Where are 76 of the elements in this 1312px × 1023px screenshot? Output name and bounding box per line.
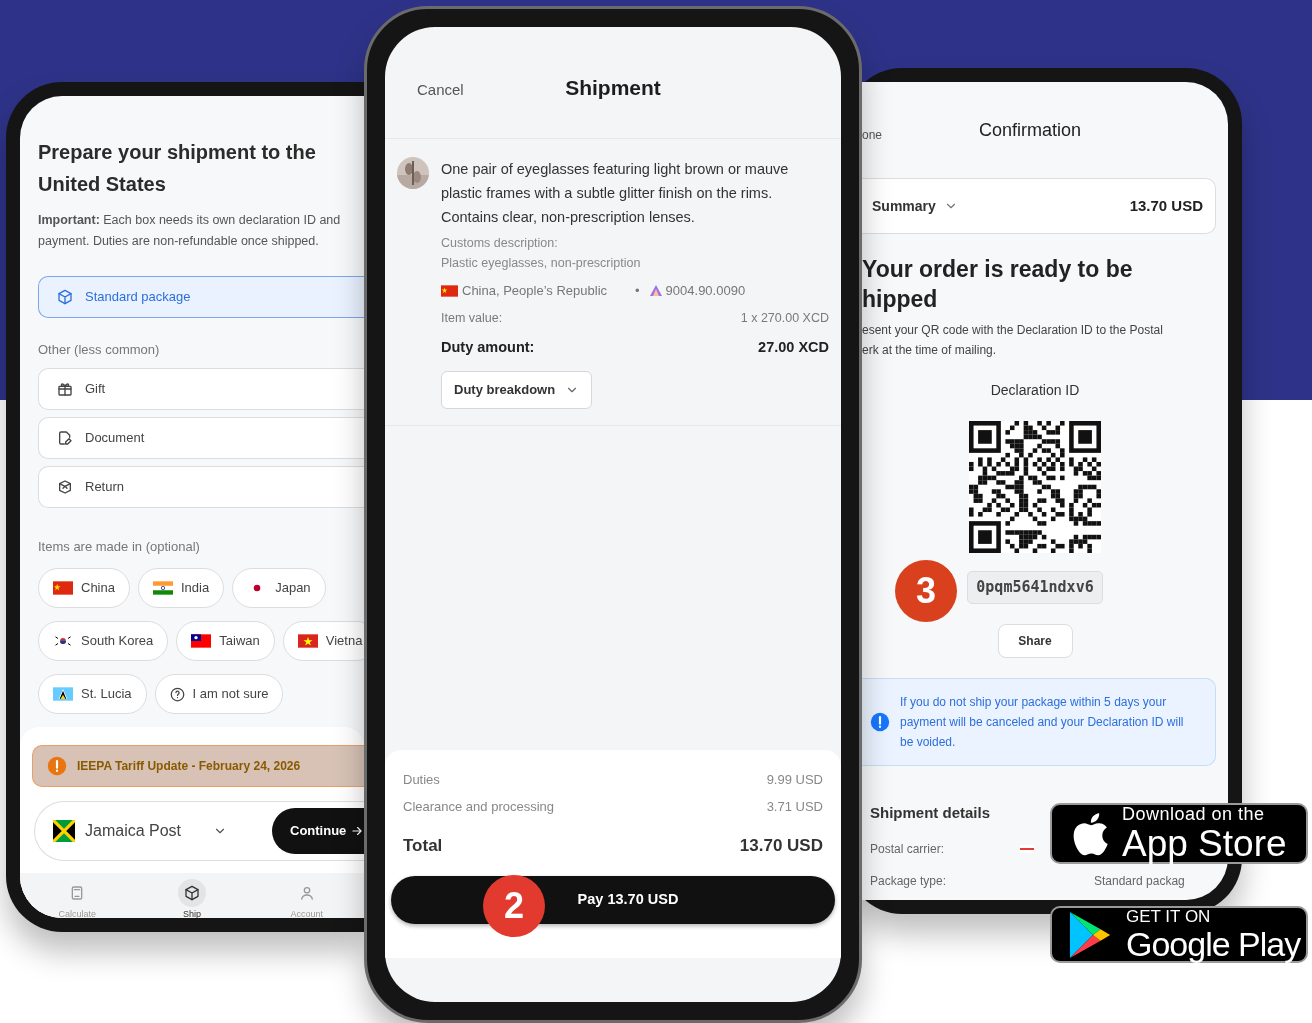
country-chip[interactable]: Taiwan [176,621,275,661]
box-icon [57,478,73,495]
flag-icon [53,634,73,648]
package-icon [178,879,206,907]
document-icon [57,429,73,446]
flag-icon [152,581,173,595]
info-text: If you do not ship your package within 5 days your payment will be canceled and your Declaration ID will be voided. [900,694,1185,751]
heading-line: Your order is ready to be [862,255,1134,284]
declaration-label: Declaration ID [990,381,1080,400]
screen-title: Prepare your shipment to the United States [38,140,317,197]
detail-label: Postal carrier: [870,840,946,858]
option-card[interactable]: Return [38,465,364,508]
country-chip[interactable]: I am not sure [154,674,284,714]
info-icon [870,712,890,732]
notice-text: Important: Each box needs its own declaration ID and payment. Duties are non-refundable once shipped. [38,212,342,250]
package-icon [57,289,73,305]
section-heading: Shipment details [870,803,991,823]
flag-icon [53,687,73,701]
section-label: Other (less common) [38,341,161,359]
option-card[interactable]: Document [38,416,364,459]
warning-icon [47,756,67,776]
flag-icon [53,581,73,595]
country-chip[interactable]: St. Lucia [38,674,147,714]
country-chip[interactable]: South Korea [38,621,169,661]
carrier-dropdown[interactable]: Jamaica Post [53,819,228,843]
section-label: Items are made in (optional) [38,537,201,556]
field-value: 1 x 270.00 XCD [740,309,829,327]
instruction-line: esent your QR code with the Declaration ID to the Postal [862,322,1164,339]
alert-text: IEEPA Tariff Update - February 24, 2026 [77,758,301,775]
gift-icon [57,380,73,397]
duty-breakdown-button[interactable]: Duty breakdown [441,371,593,409]
summary-toggle[interactable]: Summary [872,195,958,217]
summary-label: Clearance and processing [403,798,555,816]
instruction-line: erk at the time of mailing. [862,342,998,359]
screen-title: Confirmation [978,118,1081,142]
flag-icon [441,284,458,297]
summary-total: 13.70 USD [1129,195,1203,216]
flag-icon [191,634,212,648]
flag-icon [53,820,75,842]
origin-country: China, People’s Republic [462,282,608,300]
help-icon [169,686,185,702]
field-label: Customs description: [441,235,559,252]
flag-icon [1020,844,1034,853]
store-badge[interactable]: Download on the App Store [1050,803,1308,864]
summary-label: Duties [403,770,440,789]
detail-label: Package type: [870,872,948,890]
screen-title: Shipment [565,74,661,101]
heading-line: hipped [862,285,939,314]
summary-value: 13.70 USD [739,834,823,857]
done-button[interactable]: one [862,126,883,144]
tab-item[interactable]: Ship [134,879,250,918]
country-chip[interactable]: Japan [232,568,326,608]
summary-label: Total [403,834,443,857]
field-value: Plastic eyeglasses, non-prescription [441,255,642,272]
country-chip[interactable]: China [38,568,130,608]
field-value: 27.00 XCD [758,338,829,358]
item-description: One pair of eyeglasses featuring light brown or mauve plastic frames with a subtle glitter finish on the rims. Contains clear, non-prescription lenses. [441,160,790,227]
separator-dot: • [635,282,640,300]
triangle-icon [649,285,662,297]
option-card[interactable]: Standard package [38,276,364,318]
summary-value: 3.71 USD [766,798,823,816]
field-label: Item value: [441,309,503,327]
declaration-id: 0pqm5641ndxv6 [967,571,1103,604]
continue-button[interactable]: Continue [272,808,364,854]
country-chip[interactable]: India [137,568,225,608]
tariff-code: 9004.90.0090 [665,282,746,300]
detail-value: Standard packag [1094,872,1185,890]
cancel-button[interactable]: Cancel [417,79,464,102]
store-badge[interactable]: GET IT ON Google Play [1050,906,1308,963]
arrow-right-icon [350,824,364,838]
flag-icon [297,634,318,648]
share-button[interactable]: Share [997,624,1073,658]
field-label: Duty amount: [441,338,535,358]
summary-value: 9.99 USD [766,770,823,789]
country-chip[interactable]: Vietna [282,621,364,661]
option-card[interactable]: Gift [38,367,364,410]
